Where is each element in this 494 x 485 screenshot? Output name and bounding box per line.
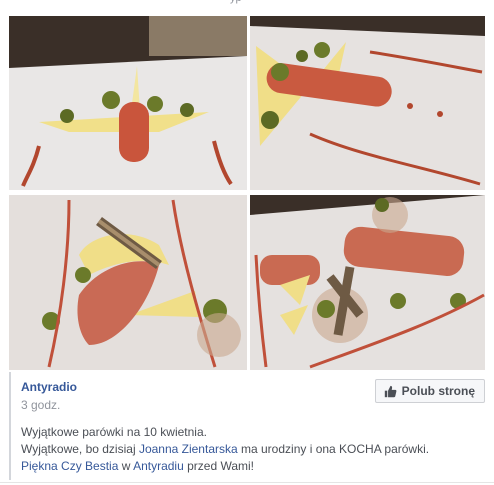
photo-2-image	[250, 16, 485, 190]
photo-3-image	[9, 195, 247, 370]
post-text: Wyjątkowe parówki na 10 kwietnia. Wyjątk…	[21, 424, 481, 475]
post-line-2-start: Wyjątkowe, bo dzisiaj	[21, 442, 139, 456]
post-line-3-end: przed Wami!	[183, 459, 255, 473]
post-line-2-end: ma urodziny i ona KOCHA parówki.	[237, 442, 430, 456]
cutoff-text: yp	[230, 0, 242, 4]
facebook-post: yp	[0, 0, 494, 485]
photo-2[interactable]	[250, 16, 485, 190]
photo-4-image	[250, 195, 485, 370]
post-line-3: Piękna Czy Bestia w Antyradiu przed Wami…	[21, 458, 481, 475]
like-page-button[interactable]: Polub stronę	[374, 379, 485, 403]
like-page-label: Polub stronę	[401, 384, 475, 398]
top-cutoff: yp	[0, 0, 494, 4]
left-divider	[9, 372, 11, 480]
bottom-divider	[0, 482, 494, 483]
person-link[interactable]: Joanna Zientarska	[139, 442, 238, 456]
thumbs-up-icon	[384, 385, 397, 397]
show-link[interactable]: Piękna Czy Bestia	[21, 459, 118, 473]
post-line-3-mid: w	[118, 459, 134, 473]
post-meta: Antyradio 3 godz. Polub stronę Wyjątkowe…	[9, 372, 485, 480]
photo-1[interactable]	[9, 16, 247, 190]
photo-1-image	[9, 16, 247, 190]
photo-4[interactable]	[250, 195, 485, 370]
post-timestamp[interactable]: 3 godz.	[21, 398, 60, 412]
photo-3[interactable]	[9, 195, 247, 370]
post-line-1: Wyjątkowe parówki na 10 kwietnia.	[21, 425, 207, 439]
page-name-link[interactable]: Antyradio	[21, 380, 77, 394]
post-line-2: Wyjątkowe, bo dzisiaj Joanna Zientarska …	[21, 441, 481, 458]
station-link[interactable]: Antyradiu	[133, 459, 184, 473]
